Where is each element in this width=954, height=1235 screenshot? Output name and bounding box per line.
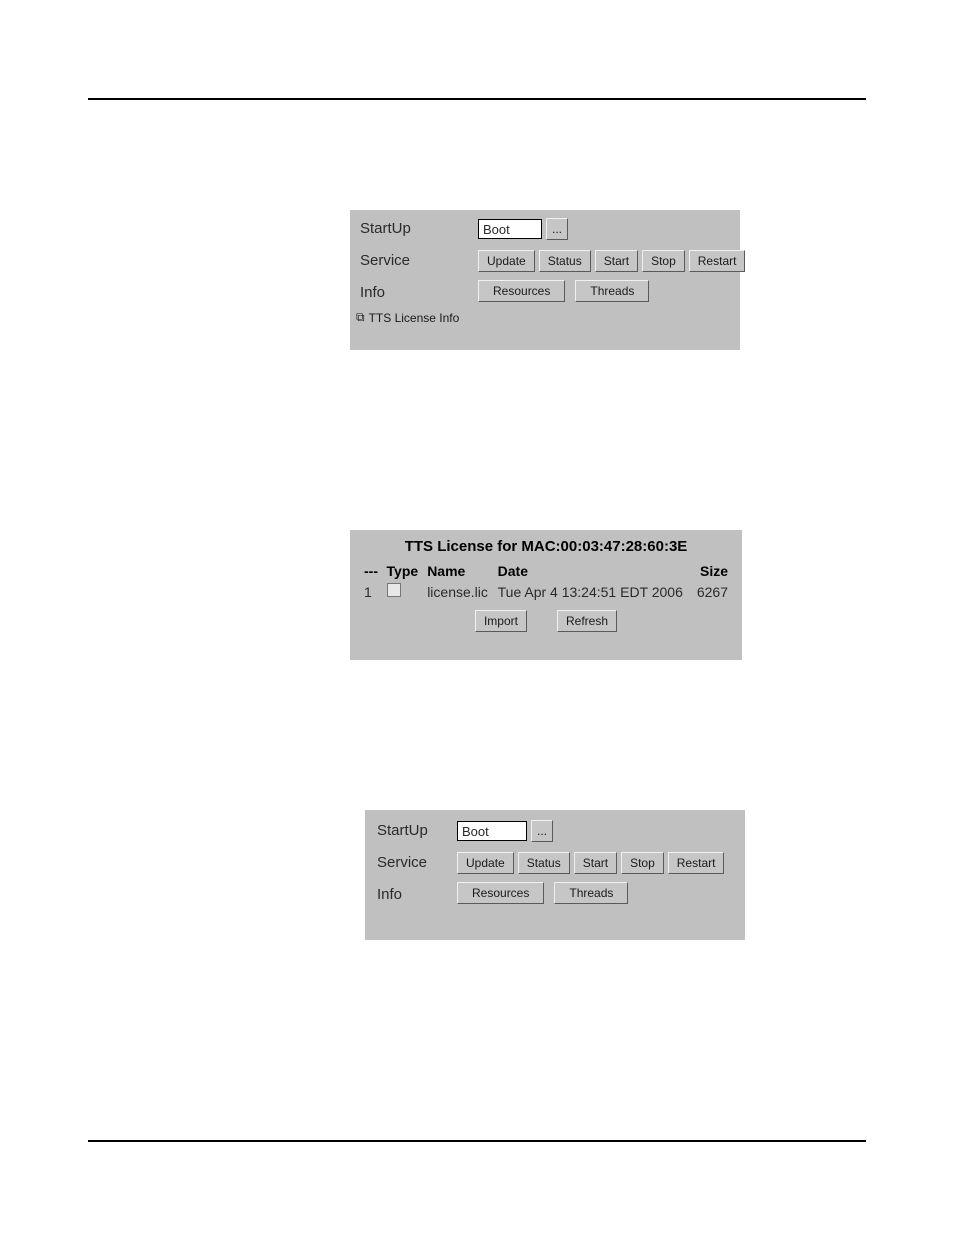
col-dash: --- bbox=[360, 561, 383, 581]
refresh-button[interactable]: Refresh bbox=[557, 610, 617, 632]
col-name: Name bbox=[423, 561, 493, 581]
service-label: Service bbox=[377, 854, 427, 871]
stop-button[interactable]: Stop bbox=[642, 250, 685, 272]
start-button[interactable]: Start bbox=[574, 852, 617, 874]
startup-browse-button[interactable]: ... bbox=[546, 218, 568, 240]
startup-browse-button[interactable]: ... bbox=[531, 820, 553, 842]
startup-label: StartUp bbox=[377, 822, 428, 839]
service-label: Service bbox=[360, 252, 410, 269]
tts-license-title: TTS License for MAC:00:03:47:28:60:3E bbox=[360, 538, 732, 555]
page: StartUp Service Info ... Update Status S… bbox=[0, 0, 954, 1235]
update-button[interactable]: Update bbox=[457, 852, 514, 874]
cell-name: license.lic bbox=[423, 581, 493, 602]
info-label: Info bbox=[360, 284, 385, 301]
status-button[interactable]: Status bbox=[518, 852, 570, 874]
resources-button[interactable]: Resources bbox=[478, 280, 565, 302]
update-button[interactable]: Update bbox=[478, 250, 535, 272]
cell-type bbox=[383, 581, 424, 602]
service-control-panel-1: StartUp Service Info ... Update Status S… bbox=[350, 210, 740, 350]
restart-button[interactable]: Restart bbox=[689, 250, 746, 272]
restart-button[interactable]: Restart bbox=[668, 852, 725, 874]
col-size: Size bbox=[692, 561, 732, 581]
col-type: Type bbox=[383, 561, 424, 581]
license-table: --- Type Name Date Size 1 license.lic Tu… bbox=[360, 561, 732, 602]
col-date: Date bbox=[494, 561, 692, 581]
status-button[interactable]: Status bbox=[539, 250, 591, 272]
startup-label: StartUp bbox=[360, 220, 411, 237]
horizontal-rule-top bbox=[88, 98, 866, 100]
horizontal-rule-bottom bbox=[88, 1140, 866, 1142]
cell-num: 1 bbox=[360, 581, 383, 602]
service-control-panel-2: StartUp Service Info ... Update Status S… bbox=[365, 810, 745, 940]
file-icon bbox=[387, 583, 401, 597]
threads-button[interactable]: Threads bbox=[554, 882, 628, 904]
window-icon: ⧉ bbox=[356, 310, 365, 325]
start-button[interactable]: Start bbox=[595, 250, 638, 272]
tts-license-info-label: TTS License Info bbox=[369, 311, 460, 325]
tts-license-info-link[interactable]: ⧉ TTS License Info bbox=[356, 310, 459, 325]
stop-button[interactable]: Stop bbox=[621, 852, 664, 874]
threads-button[interactable]: Threads bbox=[575, 280, 649, 302]
cell-size: 6267 bbox=[692, 581, 732, 602]
tts-license-panel: TTS License for MAC:00:03:47:28:60:3E --… bbox=[350, 530, 742, 660]
table-row[interactable]: 1 license.lic Tue Apr 4 13:24:51 EDT 200… bbox=[360, 581, 732, 602]
startup-input[interactable] bbox=[457, 821, 527, 841]
info-label: Info bbox=[377, 886, 402, 903]
import-button[interactable]: Import bbox=[475, 610, 527, 632]
cell-date: Tue Apr 4 13:24:51 EDT 2006 bbox=[494, 581, 692, 602]
startup-input[interactable] bbox=[478, 219, 542, 239]
resources-button[interactable]: Resources bbox=[457, 882, 544, 904]
